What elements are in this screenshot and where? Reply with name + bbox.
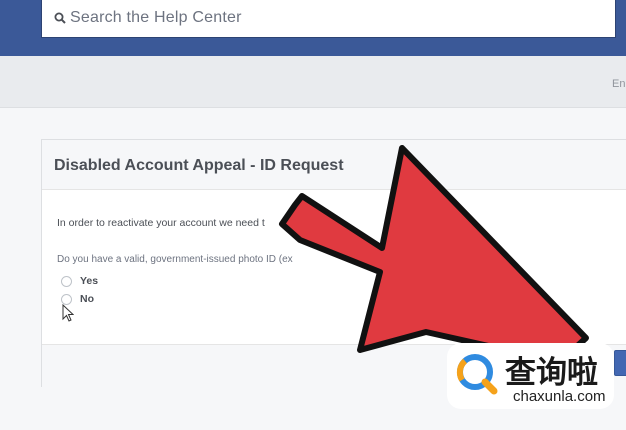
watermark-chinese-text: 查询啦 [505,355,598,391]
watermark-badge: 查询啦 chaxunla.com [447,343,614,409]
watermark-domain-text: chaxunla.com [513,388,606,405]
magnifier-logo-icon [456,354,498,395]
